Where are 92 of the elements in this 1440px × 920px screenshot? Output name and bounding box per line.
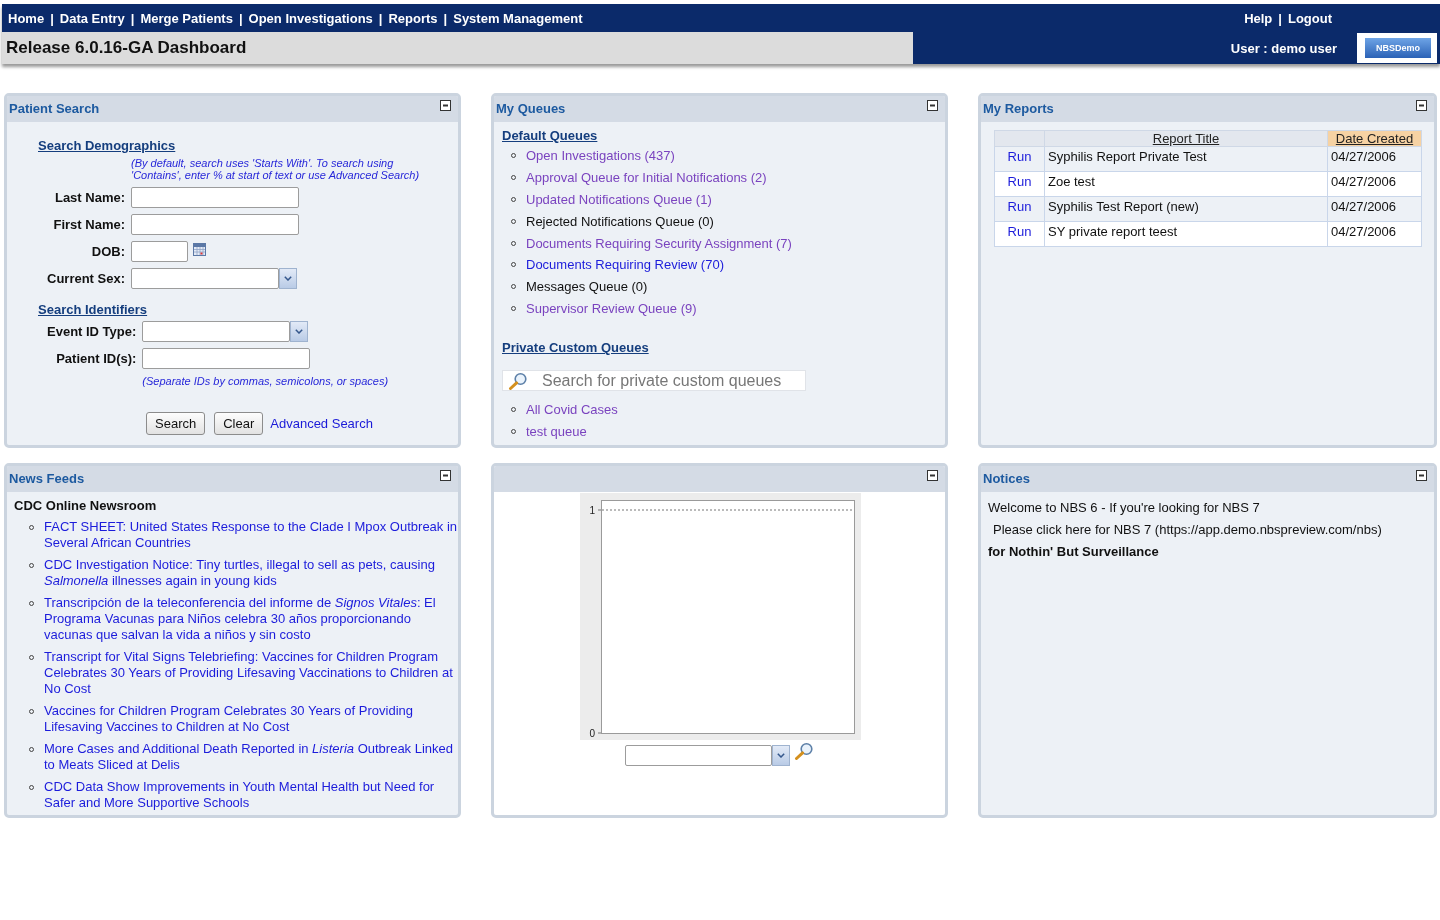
minimize-icon[interactable] (440, 100, 451, 111)
nav-separator: | (238, 10, 243, 26)
notice-text: Please click here for NBS 7 (https://app.demo.nbspreview.com/nbs) (992, 521, 1382, 539)
date-input-field[interactable] (131, 241, 189, 262)
dropdown-button[interactable] (279, 268, 298, 289)
minimize-icon[interactable] (1416, 470, 1427, 481)
table-cell: 04/27/2006 (1327, 221, 1422, 247)
field-label: DOB: (91, 243, 126, 261)
axis-tick-label: 1 (589, 504, 595, 516)
minimize-icon[interactable] (1416, 100, 1427, 111)
table-cell: 04/27/2006 (1327, 146, 1422, 172)
table-cell: Syphilis Report Private Test (1044, 146, 1328, 172)
calendar-icon[interactable] (193, 243, 207, 256)
feed-source-title: CDC Online Newsroom (14, 498, 157, 514)
search-icon[interactable] (794, 742, 814, 760)
nav-separator: | (50, 10, 54, 26)
column-header[interactable]: Date Created (1327, 130, 1422, 147)
nav-link[interactable]: Data Entry (59, 10, 125, 26)
table-cell: 04/27/2006 (1327, 171, 1422, 197)
queue-link[interactable]: Documents Requiring Security Assignment (7) (526, 235, 792, 251)
panel-title: News Feeds (9, 470, 85, 488)
queue-link[interactable]: Supervisor Review Queue (9) (526, 300, 697, 316)
minimize-icon[interactable] (440, 470, 451, 481)
axis-tick-label: 0 (589, 727, 595, 739)
field-label: Last Name: (54, 189, 126, 207)
news-link[interactable]: CDC Investigation Notice: Tiny turtles, illegal to sell as pets, causing Salmonella illnesses again in young kids (44, 557, 458, 589)
advanced-search-link[interactable]: Advanced Search (270, 416, 373, 431)
queue-text: Messages Queue (0) (526, 279, 648, 295)
panel-title: Patient Search (9, 100, 100, 118)
nav-separator: | (130, 10, 135, 26)
section-heading-link[interactable]: Search Demographics (38, 138, 176, 153)
text-input-field[interactable] (142, 348, 311, 369)
dropdown-button[interactable] (290, 321, 309, 342)
nav-separator: | (378, 10, 383, 26)
field-label: Event ID Type: (47, 323, 137, 341)
search-icon (508, 371, 528, 390)
nav-link[interactable]: Merge Patients (140, 10, 233, 26)
nav-separator: | (443, 10, 448, 26)
queue-text: Rejected Notifications Queue (0) (526, 213, 714, 229)
queue-link[interactable]: Updated Notifications Queue (1) (526, 192, 712, 207)
nav-link[interactable]: Reports (388, 10, 438, 26)
form-button[interactable]: Search (146, 412, 206, 435)
select-field[interactable] (142, 321, 291, 342)
page-title: Release 6.0.16-GA Dashboard (6, 38, 247, 58)
queue-link[interactable]: Open Investigations (437) (526, 148, 675, 164)
queue-link[interactable]: All Covid Cases (526, 401, 618, 417)
panel-title: Notices (983, 470, 1030, 488)
select-field[interactable] (625, 745, 772, 766)
nav-link[interactable]: System Management (453, 10, 583, 26)
field-label: Patient ID(s): (56, 350, 137, 368)
queue-link[interactable]: test queue (526, 423, 587, 439)
nav-link[interactable]: Open Investigations (248, 10, 373, 26)
queue-link[interactable]: Documents Requiring Review (70) (526, 257, 724, 273)
hint-text: (Separate IDs by commas, semicolons, or spaces) (142, 375, 389, 387)
panel-title: My Queues (496, 100, 566, 118)
text-input-field[interactable] (131, 187, 300, 208)
nav-link[interactable]: Logout (1287, 10, 1332, 26)
text-input-field[interactable] (131, 214, 300, 235)
news-link[interactable]: Transcript for Vital Signs Telebriefing: Vaccines for Children Program Celebrates 30 Years of Providing Lifesaving Vaccinations to Children at No Cost (44, 649, 458, 697)
section-heading-link[interactable]: Private Custom Queues (502, 340, 649, 356)
user-label: User : demo user (1230, 40, 1337, 56)
nav-link[interactable]: Home (8, 10, 45, 26)
dropdown-button[interactable] (772, 745, 790, 766)
nav-separator: | (1278, 10, 1282, 26)
table-cell: 04/27/2006 (1327, 196, 1422, 222)
notice-text: Welcome to NBS 6 - If you're looking for NBS 7 (988, 499, 1260, 517)
table-cell: Zoe test (1044, 171, 1328, 197)
search-field[interactable]: Search for private custom queues (502, 370, 806, 392)
queue-link[interactable]: Approval Queue for Initial Notifications (2) (526, 170, 767, 186)
field-label: First Name: (53, 216, 126, 234)
news-link[interactable]: Vaccines for Children Program Celebrates 30 Years of Providing Lifesaving Vaccines to Children at No Cost (44, 703, 458, 735)
chevron-down-icon (777, 753, 785, 758)
field-label: Current Sex: (47, 270, 126, 288)
minimize-icon[interactable] (927, 100, 938, 111)
hint-text: (By default, search uses 'Starts With'. To search using 'Contains', enter % at start of text or use Advanced Search) (131, 157, 421, 181)
section-heading-link[interactable]: Search Identifiers (38, 302, 148, 317)
form-button[interactable]: Clear (214, 412, 264, 435)
select-field[interactable] (131, 268, 280, 289)
table-cell: SY private report teest (1044, 221, 1328, 247)
column-header[interactable]: Report Title (1044, 130, 1328, 147)
minimize-icon[interactable] (927, 470, 938, 481)
panel-title: My Reports (983, 100, 1054, 118)
nav-link[interactable]: Help (1244, 10, 1273, 26)
news-link[interactable]: FACT SHEET: United States Response to the Clade I Mpox Outbreak in Several African Countries (44, 519, 458, 551)
chevron-down-icon (284, 276, 293, 281)
news-link[interactable]: More Cases and Additional Death Reported in Listeria Outbreak Linked to Meats Sliced at Delis (44, 741, 458, 773)
news-link[interactable]: CDC Data Show Improvements in Youth Mental Health but Need for Safer and More Supportive Schools (44, 779, 458, 811)
table-cell: Syphilis Test Report (new) (1044, 196, 1328, 222)
section-heading-link[interactable]: Default Queues (502, 128, 598, 143)
news-link[interactable]: Transcripción de la teleconferencia del informe de Signos Vitales: El Programa Vacunas para Niños celebra 30 años proporcionando vacunas que salvan la vida a niños y sin costo (44, 595, 458, 643)
notice-text: for Nothin' But Surveillance (988, 543, 1159, 561)
chevron-down-icon (295, 329, 304, 334)
